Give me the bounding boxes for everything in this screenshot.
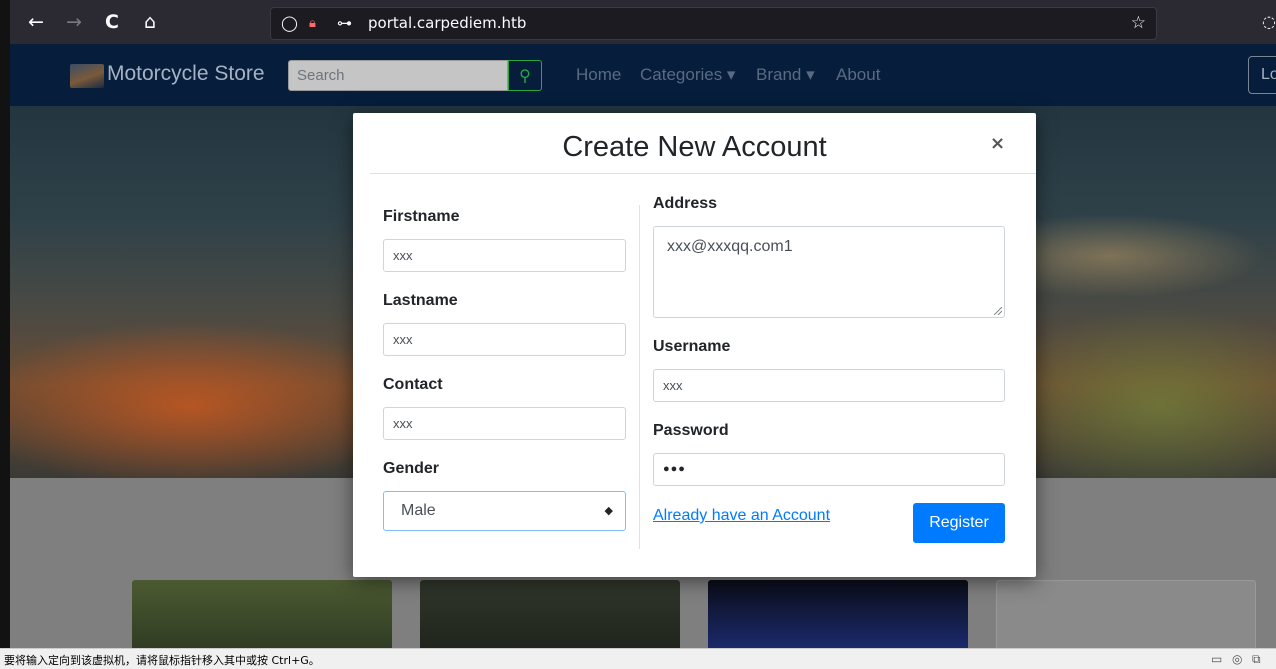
firstname-field[interactable]: xxx	[383, 239, 626, 272]
modal-divider	[370, 173, 1036, 174]
back-icon[interactable]: ←	[22, 8, 50, 36]
password-field[interactable]: ●●●	[653, 453, 1005, 486]
nav-home[interactable]: Home	[576, 65, 621, 85]
product-card[interactable]	[420, 580, 680, 650]
modal-title: Create New Account	[562, 131, 827, 163]
nav-about[interactable]: About	[836, 65, 880, 85]
column-divider	[639, 205, 640, 549]
vm-status-message: 要将输入定向到该虚拟机，请将鼠标指针移入其中或按 Ctrl+G。	[4, 654, 320, 667]
brand-name[interactable]: Motorcycle Store	[107, 62, 265, 86]
pocket-icon[interactable]: ◌	[1262, 12, 1276, 31]
create-account-modal: Create New Account × Firstname xxx Lastn…	[353, 113, 1036, 577]
site-navbar: Motorcycle Store Search ⚲ Home Categorie…	[10, 44, 1276, 106]
nav-categories[interactable]: Categories ▾	[640, 65, 735, 85]
home-icon[interactable]: ⌂	[136, 8, 164, 36]
address-label: Address	[653, 195, 718, 212]
network-icon[interactable]: ⧉	[1252, 652, 1261, 667]
brand-logo[interactable]	[70, 64, 104, 88]
contact-label: Contact	[383, 376, 443, 393]
window-edge	[0, 0, 10, 648]
address-value: xxx@xxxqq.com1	[667, 238, 793, 255]
shield-icon[interactable]: ◯	[281, 8, 298, 39]
contact-field[interactable]: xxx	[383, 407, 626, 440]
gender-value: Male	[401, 502, 436, 519]
firstname-label: Firstname	[383, 208, 460, 225]
lastname-label: Lastname	[383, 292, 458, 309]
product-card[interactable]	[132, 580, 392, 650]
key-icon[interactable]: ⊶	[337, 8, 352, 39]
url-text[interactable]: portal.carpediem.htb	[368, 8, 526, 39]
cd-icon[interactable]: ◎	[1232, 652, 1242, 666]
username-field[interactable]: xxx	[653, 369, 1005, 402]
login-button[interactable]: Lo	[1248, 56, 1276, 94]
product-card[interactable]	[996, 580, 1256, 650]
gender-select[interactable]: Male ◆	[383, 491, 626, 531]
login-link[interactable]: Already have an Account	[653, 507, 830, 525]
lastname-field[interactable]: xxx	[383, 323, 626, 356]
browser-toolbar: ← → C ⌂ ◯ 🔒︎ ⊶ portal.carpediem.htb ☆ ◌	[0, 0, 1276, 44]
close-icon[interactable]: ×	[990, 133, 1005, 154]
password-label: Password	[653, 422, 729, 439]
forward-icon[interactable]: →	[60, 8, 88, 36]
search-icon[interactable]: ⚲	[508, 60, 542, 91]
select-arrows-icon: ◆	[604, 505, 613, 517]
bookmark-star-icon[interactable]: ☆	[1131, 8, 1146, 39]
product-card[interactable]	[708, 580, 968, 650]
vm-status-bar: 要将输入定向到该虚拟机，请将鼠标指针移入其中或按 Ctrl+G。 ▭ ◎ ⧉	[0, 648, 1276, 669]
nav-brand[interactable]: Brand ▾	[756, 65, 815, 85]
resize-grip-icon[interactable]	[994, 307, 1002, 315]
username-label: Username	[653, 338, 731, 355]
disk-icon[interactable]: ▭	[1211, 652, 1222, 666]
lock-icon[interactable]: 🔒︎	[309, 8, 316, 39]
screen: ← → C ⌂ ◯ 🔒︎ ⊶ portal.carpediem.htb ☆ ◌ …	[0, 0, 1276, 669]
register-button[interactable]: Register	[913, 503, 1005, 543]
reload-icon[interactable]: C	[98, 8, 126, 36]
address-bar[interactable]: ◯ 🔒︎ ⊶ portal.carpediem.htb ☆	[270, 7, 1157, 40]
gender-label: Gender	[383, 460, 440, 477]
search-input[interactable]: Search	[288, 60, 508, 91]
address-field[interactable]: xxx@xxxqq.com1	[653, 226, 1005, 318]
